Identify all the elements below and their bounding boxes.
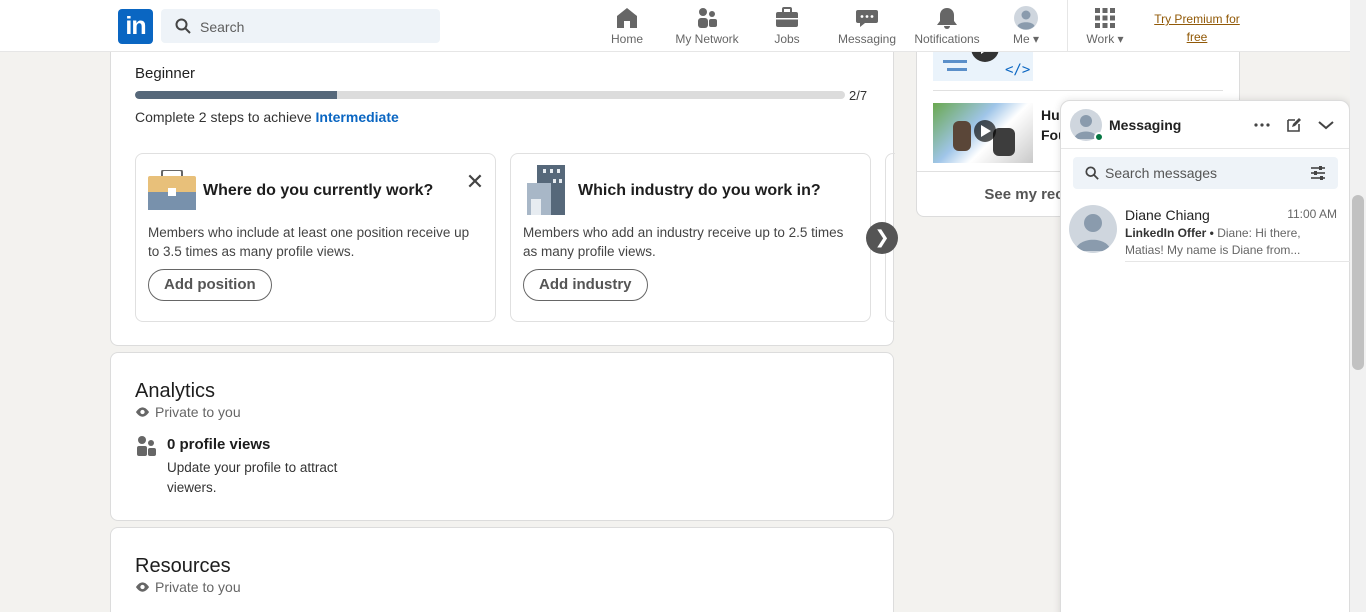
filter-icon[interactable] xyxy=(1310,166,1326,180)
privacy-label: Private to you xyxy=(135,579,241,595)
divider xyxy=(933,90,1223,91)
conversation-name: Diane Chiang xyxy=(1125,207,1210,223)
avatar-icon xyxy=(1014,6,1038,30)
steps-text: Complete 2 steps to achieve Intermediate xyxy=(135,109,399,125)
intermediate-link[interactable]: Intermediate xyxy=(316,109,399,125)
chevron-right-icon: ❯ xyxy=(874,227,890,247)
contact-avatar xyxy=(1069,205,1117,253)
nav-messaging[interactable]: Messaging xyxy=(835,6,899,48)
page-scrollbar[interactable] xyxy=(1350,0,1366,612)
conversation-preview: LinkedIn Offer • Diane: Hi there, Matias… xyxy=(1125,225,1337,259)
messaging-panel: Messaging Search messages Diane Chiang 1… xyxy=(1060,100,1351,612)
nav-home-label: Home xyxy=(610,32,643,46)
chevron-down-icon[interactable] xyxy=(1315,114,1337,136)
caret-down-icon: ▾ xyxy=(1114,32,1124,46)
resources-card: Resources Private to you xyxy=(110,527,894,612)
profile-views-subtext: Update your profile to attract viewers. xyxy=(167,460,338,495)
suggestion-title: Which industry do you work in? xyxy=(578,182,821,199)
nav-jobs[interactable]: Jobs xyxy=(763,6,811,48)
top-nav: in Search Home My Network Jobs Messaging… xyxy=(0,0,1350,52)
progress-count: 2/7 xyxy=(849,88,868,103)
linkedin-logo[interactable]: in xyxy=(118,9,153,44)
nav-work[interactable]: Work ▾ xyxy=(1082,6,1128,48)
premium-line-2: free xyxy=(1186,30,1208,44)
search-placeholder: Search xyxy=(200,19,245,35)
svg-text:</>: </> xyxy=(1005,62,1030,78)
caret-down-icon: ▾ xyxy=(1029,32,1040,46)
suggestion-body: Members who include at least one positio… xyxy=(148,225,470,259)
nav-messaging-label: Messaging xyxy=(837,32,897,46)
building-illustration-icon xyxy=(527,165,565,215)
suggestion-title: Where do you currently work? xyxy=(203,182,434,199)
people-icon xyxy=(137,436,156,456)
nav-work-label: Work xyxy=(1086,32,1115,46)
premium-line-1: Try Premium for xyxy=(1154,12,1240,26)
compose-icon[interactable] xyxy=(1283,114,1305,136)
chat-icon xyxy=(856,10,878,27)
eye-icon xyxy=(135,407,150,417)
nav-jobs-label: Jobs xyxy=(774,32,800,46)
scrollbar-thumb[interactable] xyxy=(1352,195,1364,370)
search-messages-input[interactable]: Search messages xyxy=(1073,157,1338,189)
privacy-text: Private to you xyxy=(155,404,241,420)
try-premium-link[interactable]: Try Premium for free xyxy=(1152,10,1242,46)
dismiss-close-icon[interactable]: ✕ xyxy=(465,171,485,193)
grid-icon xyxy=(1095,8,1115,28)
search-input[interactable]: Search xyxy=(161,9,440,43)
messaging-header[interactable]: Messaging xyxy=(1061,101,1349,149)
see-more-label: See my rec xyxy=(984,186,1064,203)
nav-home[interactable]: Home xyxy=(600,6,654,48)
eye-icon xyxy=(135,582,150,592)
privacy-label: Private to you xyxy=(135,404,241,420)
add-industry-button[interactable]: Add industry xyxy=(523,269,648,301)
nav-my-network-label: My Network xyxy=(675,32,739,46)
video-play-icon xyxy=(953,120,1015,156)
search-icon xyxy=(1085,166,1099,180)
nav-my-network[interactable]: My Network xyxy=(670,6,744,48)
online-status-dot xyxy=(1094,132,1104,142)
nav-notifications-label: Notifications xyxy=(914,32,980,46)
privacy-text: Private to you xyxy=(155,579,241,595)
more-options-icon[interactable] xyxy=(1251,114,1273,136)
nav-divider xyxy=(1067,0,1068,52)
progress-bar xyxy=(135,91,845,99)
bell-icon xyxy=(937,8,957,29)
resources-title: Resources xyxy=(135,555,231,577)
profile-strength-card: Beginner 2/7 Complete 2 steps to achieve… xyxy=(110,40,898,346)
course-thumbnail[interactable] xyxy=(933,103,1033,163)
steps-prefix: Complete 2 steps to achieve xyxy=(135,109,316,125)
analytics-card: Analytics Private to you 0 profile views… xyxy=(110,352,894,521)
carousel-next-button[interactable]: ❯ xyxy=(866,222,898,254)
conversation-tag: LinkedIn Offer • xyxy=(1125,226,1214,240)
suggestion-body: Members who add an industry receive up t… xyxy=(523,225,844,259)
home-icon xyxy=(617,8,637,28)
nav-me-label: Me xyxy=(1012,32,1030,46)
messaging-title: Messaging xyxy=(1109,117,1182,133)
profile-level: Beginner xyxy=(135,65,196,82)
briefcase-icon xyxy=(776,7,798,27)
nav-notifications[interactable]: Notifications xyxy=(911,6,983,48)
briefcase-illustration-icon xyxy=(148,170,196,210)
search-icon xyxy=(175,18,191,34)
suggestion-card-position: Where do you currently work? ✕ Members w… xyxy=(135,153,496,322)
nav-me[interactable]: Me ▾ xyxy=(1005,6,1047,48)
network-icon xyxy=(698,8,717,28)
analytics-title: Analytics xyxy=(135,380,216,402)
avatar-icon xyxy=(1075,214,1111,251)
profile-views-link[interactable]: 0 profile views xyxy=(167,436,270,453)
search-messages-placeholder: Search messages xyxy=(1105,165,1218,181)
conversation-item[interactable]: Diane Chiang 11:00 AM LinkedIn Offer • D… xyxy=(1061,197,1351,263)
suggestion-card-industry: Which industry do you work in? Members w… xyxy=(510,153,871,322)
conversation-time: 11:00 AM xyxy=(1287,207,1337,221)
divider xyxy=(1125,261,1351,262)
add-position-button[interactable]: Add position xyxy=(148,269,272,301)
progress-fill xyxy=(135,91,338,99)
